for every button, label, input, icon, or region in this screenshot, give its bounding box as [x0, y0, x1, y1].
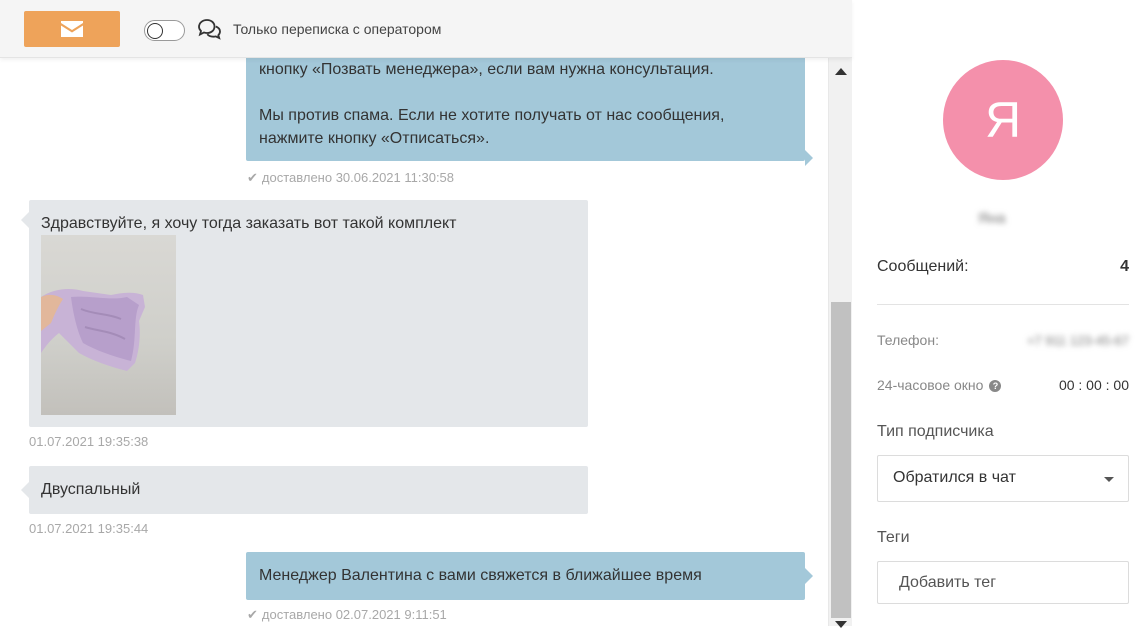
chevron-down-icon: [1104, 477, 1114, 482]
tags-label: Теги: [877, 529, 910, 546]
chat-bubbles-icon: [198, 19, 221, 40]
message-time: 01.07.2021 19:35:38: [29, 434, 149, 449]
message-text: Двуспальный: [41, 481, 141, 498]
avatar: Я: [943, 60, 1063, 180]
contact-sidebar: Я Яна Сообщений: 4 Телефон: +7 911 123-4…: [852, 0, 1144, 626]
envelope-icon: [61, 21, 83, 37]
chat-scrollbar[interactable]: [828, 58, 852, 628]
divider: [877, 304, 1129, 305]
chat-toolbar: Только переписка с оператором: [0, 0, 852, 58]
message-status: ✔ доставлено 30.06.2021 11:30:58: [247, 170, 455, 185]
window-timer: 00 : 00 : 00: [1058, 377, 1129, 393]
message-status: ✔ доставлено 02.07.2021 9:11:51: [247, 607, 447, 622]
fabric-photo: [41, 289, 145, 371]
check-icon: ✔: [247, 607, 258, 622]
messages-count-row: Сообщений: 4: [877, 258, 1129, 276]
subscriber-type-value: Обратился в чат: [893, 469, 1016, 486]
phone-value: +7 911 123-45-67: [1026, 332, 1129, 348]
contact-name: Яна: [978, 210, 1006, 227]
message-bubble-outgoing: кнопку «Позвать менеджера», если вам нуж…: [246, 58, 813, 166]
chat-panel: Только переписка с оператором кнопку «По…: [0, 0, 852, 628]
message-time: 01.07.2021 19:35:44: [29, 521, 149, 536]
messages-count-value: 4: [1120, 258, 1129, 275]
message-bubble-incoming: Двуспальный: [21, 466, 588, 514]
toggle-knob: [147, 22, 163, 39]
send-email-button[interactable]: [24, 11, 120, 47]
check-icon: ✔: [247, 170, 258, 185]
message-text: Менеджер Валентина с вами свяжется в бли…: [259, 567, 702, 584]
subscriber-type-select[interactable]: Обратился в чат: [877, 455, 1129, 502]
message-bubble-incoming: Здравствуйте, я хочу тогда заказать вот …: [21, 200, 588, 427]
scrollbar-thumb[interactable]: [831, 302, 851, 618]
window-row: 24-часовое окно? 00 : 00 : 00: [877, 377, 1129, 393]
message-text-line: Мы против спама. Если не хотите получать…: [259, 107, 725, 124]
message-text: Здравствуйте, я хочу тогда заказать вот …: [41, 215, 457, 232]
help-icon[interactable]: ?: [989, 380, 1002, 392]
operator-only-toggle[interactable]: [144, 20, 185, 41]
message-text-line: [259, 81, 792, 104]
message-text-line: кнопку «Позвать менеджера», если вам нуж…: [259, 61, 714, 78]
phone-row: Телефон: +7 911 123-45-67: [877, 332, 1129, 348]
window-label-wrap: 24-часовое окно?: [877, 377, 1002, 393]
scroll-up-arrow-icon[interactable]: [835, 68, 847, 75]
messages-count-label: Сообщений:: [877, 258, 969, 275]
add-tag-input[interactable]: [877, 561, 1129, 604]
phone-label: Телефон:: [877, 332, 939, 348]
message-list: кнопку «Позвать менеджера», если вам нуж…: [0, 58, 828, 626]
message-bubble-outgoing: Менеджер Валентина с вами свяжется в бли…: [246, 552, 813, 600]
scroll-down-arrow-icon[interactable]: [835, 621, 847, 628]
message-text-line: нажмите кнопку «Отписаться».: [259, 130, 490, 147]
operator-only-label: Только переписка с оператором: [233, 21, 442, 37]
subscriber-type-label: Тип подписчика: [877, 423, 994, 440]
message-image[interactable]: [41, 235, 176, 415]
